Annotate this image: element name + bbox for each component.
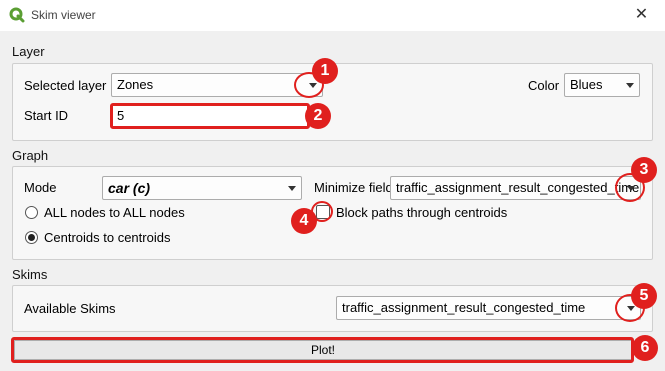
chevron-down-icon [288,186,296,191]
radio-all-nodes-label: ALL nodes to ALL nodes [44,205,185,220]
minimize-field-value: traffic_assignment_result_congested_time [396,180,640,195]
mode-value: car (c) [108,180,151,196]
mode-label: Mode [24,180,57,195]
layer-section-title: Layer [12,44,45,59]
annotation-badge-2: 2 [305,103,331,129]
available-skims-combo[interactable]: traffic_assignment_result_congested_time [336,296,641,320]
annotation-highlight-6 [11,337,634,363]
minimize-field-combo[interactable]: traffic_assignment_result_congested_time [390,176,641,200]
title-bar: Skim viewer ✕ [0,0,665,31]
radio-all-nodes[interactable] [25,206,38,219]
close-icon: ✕ [634,6,649,23]
window-title: Skim viewer [31,8,96,22]
skims-section-title: Skims [12,267,48,282]
window-close-button[interactable]: ✕ [618,0,665,31]
selected-layer-value: Zones [117,77,154,92]
radio-centroids-label: Centroids to centroids [44,230,171,245]
mode-combo[interactable]: car (c) [102,176,302,200]
annotation-badge-1: 1 [312,58,338,84]
radio-centroids[interactable] [25,231,38,244]
start-id-label: Start ID [24,108,69,123]
qgis-icon [9,7,25,23]
minimize-field-label: Minimize field [314,180,393,195]
color-label: Color [528,78,560,93]
annotation-badge-5: 5 [631,283,657,309]
selected-layer-combo[interactable]: Zones [111,73,323,97]
available-skims-label: Available Skims [24,301,116,316]
color-combo[interactable]: Blues [564,73,640,97]
graph-section-title: Graph [12,148,49,163]
annotation-highlight-2 [110,103,310,129]
annotation-badge-4: 4 [291,208,317,234]
block-paths-label: Block paths through centroids [336,205,508,220]
chevron-down-icon [626,83,634,88]
available-skims-value: traffic_assignment_result_congested_time [342,300,586,315]
annotation-badge-3: 3 [631,157,657,183]
annotation-badge-6: 6 [632,335,658,361]
selected-layer-label: Selected layer [24,78,107,93]
